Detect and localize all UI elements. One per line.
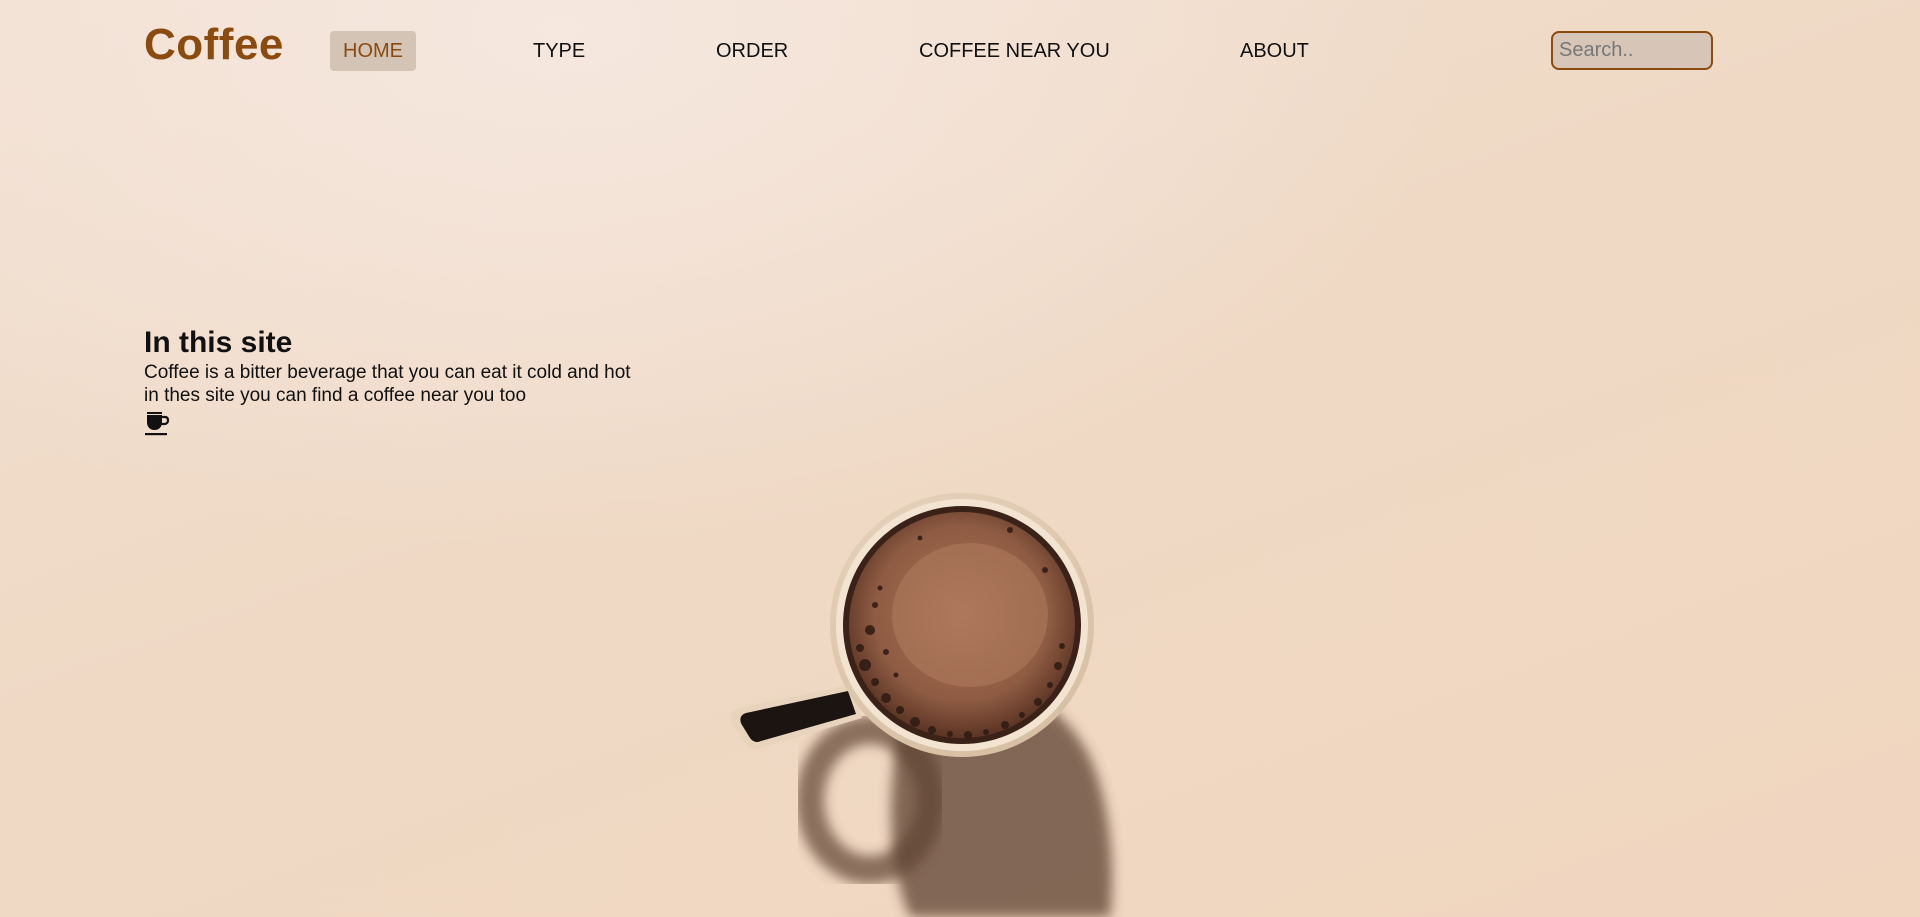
coffee-cup-icon — [145, 412, 170, 436]
nav-about[interactable]: ABOUT — [1240, 31, 1309, 71]
nav-order[interactable]: ORDER — [716, 31, 788, 71]
intro-section: In this site Coffee is a bitter beverage… — [144, 326, 684, 437]
intro-line-1: Coffee is a bitter beverage that you can… — [144, 362, 631, 383]
nav-home[interactable]: HOME — [330, 31, 416, 71]
coffee-mug-image — [730, 493, 1112, 917]
intro-text: Coffee is a bitter beverage that you can… — [144, 361, 684, 407]
nav-coffee-near-you[interactable]: COFFEE NEAR YOU — [919, 31, 1110, 71]
intro-heading: In this site — [144, 326, 293, 359]
brand-logo[interactable]: Coffee — [144, 20, 284, 70]
search-input[interactable] — [1551, 31, 1713, 70]
nav-type[interactable]: TYPE — [533, 31, 585, 71]
intro-line-2: in thes site you can find a coffee near … — [144, 385, 527, 406]
